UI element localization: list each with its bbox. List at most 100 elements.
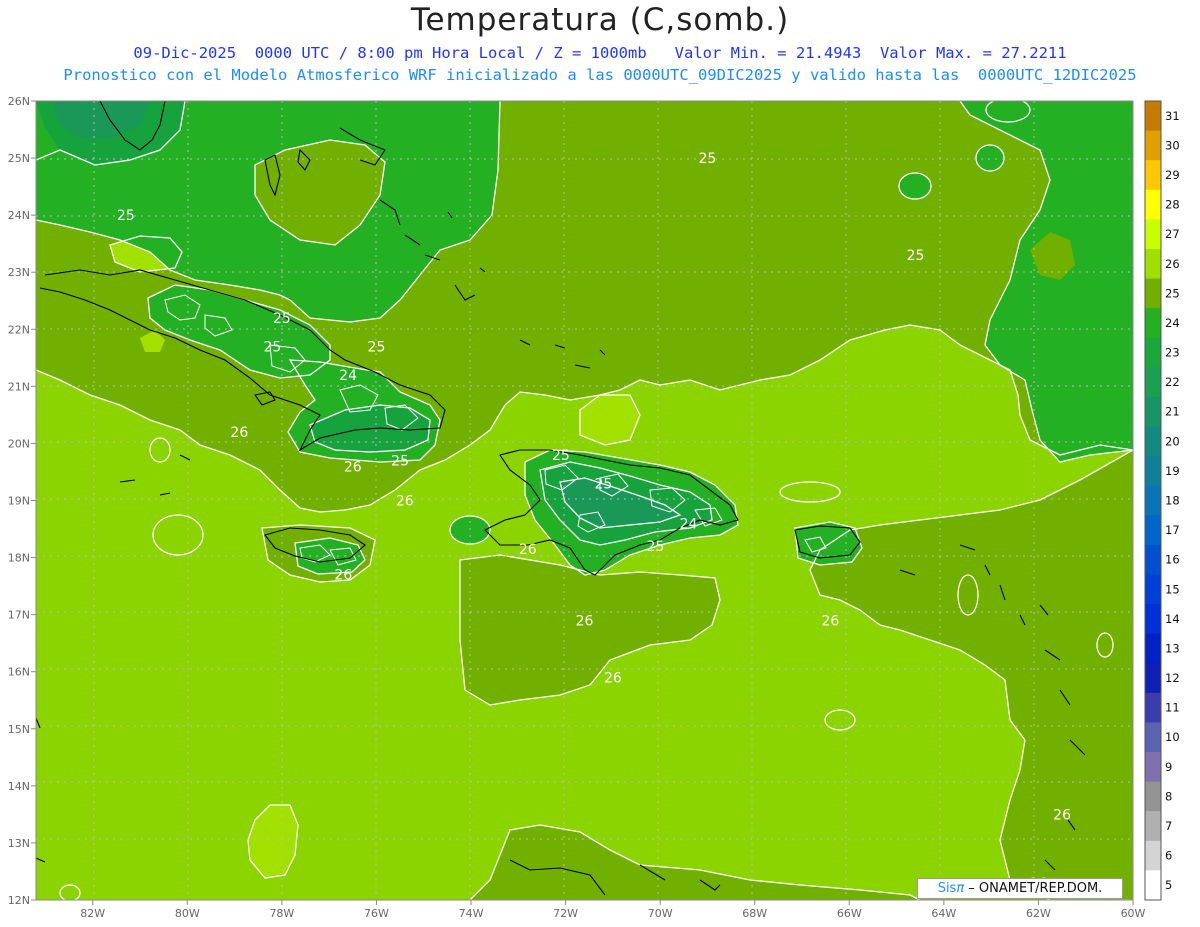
colorbar-label: 15 xyxy=(1165,582,1180,596)
colorbar-swatch xyxy=(1145,308,1161,339)
colorbar: 31 30 29 28 27 26 25 24 23 22 21 20 19 18 17 16 15 14 13 12… xyxy=(1144,100,1180,901)
colorbar-swatch xyxy=(1145,219,1161,250)
contour-label: 25 xyxy=(699,151,717,167)
contour-label: 26 xyxy=(821,613,839,629)
lat-tick-label: 22N xyxy=(8,323,30,336)
lon-tick-label: 60W xyxy=(1121,907,1146,920)
colorbar-label: 27 xyxy=(1165,227,1180,241)
colorbar-label: 5 xyxy=(1165,878,1172,892)
temperature-map: 25 25 25 25 25 25 24 26 26 25 26 25 25 24 25 26 26 26 26 26… xyxy=(8,95,1180,920)
lon-tick-label: 68W xyxy=(742,907,767,920)
lat-tick-label: 16N xyxy=(8,666,30,679)
lon-tick-label: 76W xyxy=(364,907,389,920)
contour-label: 25 xyxy=(264,339,282,355)
lon-tick-label: 66W xyxy=(837,907,862,920)
colorbar-label: 25 xyxy=(1165,286,1180,300)
colorbar-label: 17 xyxy=(1165,523,1180,537)
colorbar-label: 18 xyxy=(1165,494,1180,508)
credit-box: Sisπ – ONAMET/REP.DOM. xyxy=(917,878,1123,899)
contour-label: 25 xyxy=(594,476,612,492)
colorbar-swatch xyxy=(1145,337,1161,368)
colorbar-swatch xyxy=(1145,722,1161,753)
credit-organization: – ONAMET/REP.DOM. xyxy=(964,881,1103,896)
contour-label: 25 xyxy=(647,539,665,555)
lat-tick-label: 25N xyxy=(8,152,30,165)
colorbar-label: 28 xyxy=(1165,198,1180,212)
colorbar-swatch xyxy=(1145,515,1161,546)
colorbar-swatch xyxy=(1145,367,1161,398)
lat-tick-label: 20N xyxy=(8,437,30,450)
colorbar-swatch xyxy=(1145,811,1161,842)
contour-label: 26 xyxy=(230,425,248,441)
lon-tick-label: 62W xyxy=(1026,907,1051,920)
contour-label: 26 xyxy=(604,670,622,686)
contour-label: 26 xyxy=(344,459,362,475)
colorbar-swatch xyxy=(1145,160,1161,191)
lon-tick-label: 74W xyxy=(459,907,484,920)
lat-tick-label: 26N xyxy=(8,95,30,108)
colorbar-label: 11 xyxy=(1165,701,1180,715)
colorbar-label: 21 xyxy=(1165,405,1180,419)
colorbar-label: 22 xyxy=(1165,375,1180,389)
colorbar-swatch xyxy=(1145,130,1161,161)
lat-tick-label: 13N xyxy=(8,837,30,850)
colorbar-swatch xyxy=(1145,456,1161,487)
contour-label: 24 xyxy=(680,516,698,532)
latitude-axis: 26N 25N 24N 23N 22N 21N 20N 19N 18N 17N 16N 15N 14N 1… xyxy=(8,95,36,907)
colorbar-swatch xyxy=(1145,248,1161,280)
colorbar-swatch xyxy=(1145,840,1161,871)
colorbar-label: 24 xyxy=(1165,316,1180,330)
lon-tick-label: 80W xyxy=(175,907,200,920)
lat-tick-label: 23N xyxy=(8,266,30,279)
lon-tick-label: 78W xyxy=(269,907,294,920)
colorbar-label: 6 xyxy=(1165,849,1172,863)
contour-label: 25 xyxy=(391,454,409,470)
colorbar-label: 30 xyxy=(1165,138,1180,152)
credit-brand: Sis xyxy=(937,881,957,896)
lat-tick-label: 17N xyxy=(8,609,30,622)
colorbar-swatch xyxy=(1145,278,1161,309)
colorbar-label: 12 xyxy=(1165,671,1180,685)
lon-tick-label: 72W xyxy=(553,907,578,920)
colorbar-label: 9 xyxy=(1165,760,1172,774)
colorbar-swatch xyxy=(1145,663,1161,694)
lon-tick-label: 82W xyxy=(80,907,105,920)
contour-label: 26 xyxy=(576,613,594,629)
lat-tick-label: 14N xyxy=(8,780,30,793)
contour-label: 25 xyxy=(273,311,291,327)
colorbar-label: 23 xyxy=(1165,346,1180,360)
colorbar-label: 10 xyxy=(1165,730,1180,744)
colorbar-label: 16 xyxy=(1165,553,1180,567)
colorbar-label: 13 xyxy=(1165,641,1180,655)
colorbar-label: 29 xyxy=(1165,168,1180,182)
colorbar-label: 19 xyxy=(1165,464,1180,478)
colorbar-swatch xyxy=(1145,574,1161,605)
colorbar-label: 7 xyxy=(1165,819,1172,833)
colorbar-swatch xyxy=(1145,396,1161,428)
contour-label: 25 xyxy=(552,448,570,464)
contour-label: 26 xyxy=(334,568,352,584)
colorbar-swatch xyxy=(1145,189,1161,220)
colorbar-label: 20 xyxy=(1165,434,1180,448)
lat-tick-label: 18N xyxy=(8,552,30,565)
lon-tick-label: 64W xyxy=(931,907,956,920)
contour-label: 24 xyxy=(339,368,357,384)
contour-label: 26 xyxy=(519,542,537,558)
longitude-axis: 82W 80W 78W 76W 74W 72W 70W 68W 66W 64W 62W 60W xyxy=(80,900,1146,920)
lat-tick-label: 21N xyxy=(8,380,30,393)
lon-tick-label: 70W xyxy=(648,907,673,920)
lat-tick-label: 19N xyxy=(8,495,30,508)
lat-tick-label: 24N xyxy=(8,209,30,222)
credit-pi-symbol: π xyxy=(956,881,965,896)
colorbar-label: 31 xyxy=(1165,109,1180,123)
colorbar-swatch xyxy=(1145,544,1161,575)
temperature-field: 25 25 25 25 25 25 24 26 26 25 26 25 25 24 25 26 26 26 26 26… xyxy=(36,101,1133,900)
contour-label: 25 xyxy=(368,339,386,355)
colorbar-label: 14 xyxy=(1165,612,1180,626)
colorbar-swatch xyxy=(1145,426,1161,457)
colorbar-swatch xyxy=(1145,870,1161,901)
lat-tick-label: 12N xyxy=(8,894,30,907)
colorbar-label: 8 xyxy=(1165,789,1172,803)
colorbar-swatch xyxy=(1145,633,1161,664)
colorbar-swatch xyxy=(1145,781,1161,812)
